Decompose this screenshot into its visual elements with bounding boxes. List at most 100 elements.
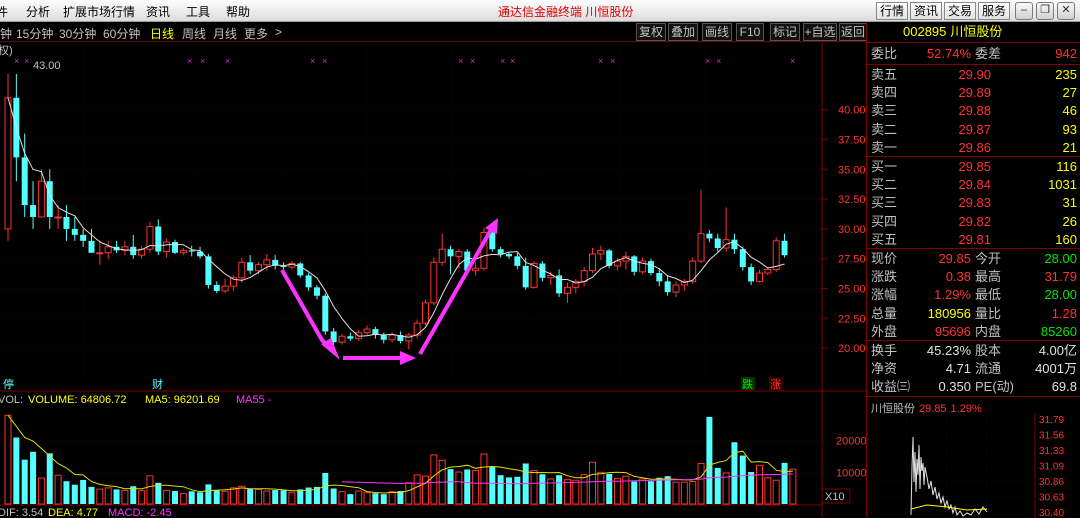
fall-marker: 跌 — [742, 377, 753, 391]
volume-bar — [697, 462, 705, 505]
intraday-mini-chart[interactable]: 川恒股份 29.85 1.29% 31.79 31.56 31.33 31.09 30.86… — [867, 396, 1080, 518]
ask-label: 卖五 — [871, 67, 898, 82]
candle-body — [647, 261, 654, 274]
f10-button[interactable]: F10 — [736, 23, 764, 41]
bid-label: 买一 — [871, 159, 898, 174]
ask-price: 29.89 — [958, 85, 991, 101]
volume-bar — [430, 454, 438, 505]
divider — [867, 248, 1080, 249]
volume-bar — [96, 488, 104, 505]
ask-price: 29.90 — [958, 67, 991, 82]
ask-row[interactable]: 卖三 29.88 46 — [867, 102, 1080, 120]
ask-row[interactable]: 卖一 29.86 21 — [867, 139, 1080, 157]
candle-body — [54, 216, 62, 219]
volume-bar — [322, 472, 329, 504]
bid-row[interactable]: 买二 29.84 1031 — [867, 176, 1080, 194]
bid-label: 买五 — [871, 231, 898, 247]
ask-row[interactable]: 卖四 29.89 27 — [867, 84, 1080, 102]
candle-body — [71, 228, 78, 235]
close-icon[interactable]: ✕ — [1057, 2, 1075, 20]
volume-bar — [706, 416, 713, 504]
volume-value-label: VOLUME: 64806.72 — [28, 394, 126, 406]
period-60min[interactable]: 60分钟 — [103, 25, 140, 42]
trade-tab-button[interactable]: 交易 — [944, 2, 976, 20]
menu-item-help[interactable]: 帮助 — [226, 3, 250, 20]
candle-body — [238, 261, 246, 279]
fundamental-label: 净资 — [871, 361, 898, 377]
fundamental-value: 69.8 — [1051, 379, 1077, 395]
ask-row[interactable]: 卖二 29.87 93 — [867, 121, 1080, 139]
menu-item-news[interactable]: 资讯 — [146, 3, 170, 20]
volume-bar — [539, 474, 546, 504]
overlay-button[interactable]: 叠加 — [668, 23, 698, 41]
period-15min[interactable]: 15分钟 — [16, 25, 53, 42]
volume-bar — [680, 481, 688, 505]
volume-bar — [405, 482, 413, 505]
volume-bar — [338, 491, 346, 505]
quote-header: 002895 川恒股份 — [867, 22, 1080, 43]
volume-bar — [104, 487, 112, 505]
ask-volume: 93 — [1062, 121, 1077, 137]
period-minute[interactable]: 钟 — [0, 25, 12, 42]
menu-item-cut[interactable]: 件 — [0, 3, 8, 20]
stat-label: 最高 — [975, 269, 1002, 285]
volume-bar — [514, 476, 521, 504]
candle-body — [672, 284, 680, 293]
event-marker: × — [187, 56, 192, 66]
candle-body — [255, 264, 262, 272]
ask-row[interactable]: 卖五 29.90 235 — [867, 66, 1080, 84]
bid-row[interactable]: 买四 29.82 26 — [867, 213, 1080, 231]
candle-body — [430, 261, 438, 304]
volume-bar — [263, 490, 271, 505]
menu-item-extended-market[interactable]: 扩展市场行情 — [63, 3, 135, 20]
menu-item-analysis[interactable]: 分析 — [26, 3, 50, 20]
period-monthly[interactable]: 月线 — [213, 25, 237, 42]
stat-value: 31.79 — [1044, 269, 1077, 285]
event-marker: × — [610, 56, 615, 66]
period-daily[interactable]: 日线 — [150, 25, 174, 42]
period-30min[interactable]: 30分钟 — [59, 25, 96, 42]
back-button[interactable]: 返回 — [839, 23, 867, 41]
event-marker: × — [458, 56, 463, 66]
news-tab-button[interactable]: 资讯 — [910, 2, 942, 20]
event-marker: × — [200, 56, 205, 66]
volume-bar — [205, 484, 212, 504]
candle-body — [104, 246, 112, 254]
draw-button[interactable]: 画线 — [702, 23, 732, 41]
period-weekly[interactable]: 周线 — [182, 25, 206, 42]
restore-icon[interactable]: ❐ — [1036, 2, 1054, 20]
event-marker: × — [716, 56, 721, 66]
y-tick-label: 37.50 — [838, 135, 866, 147]
volume-bar — [146, 475, 154, 505]
candle-body — [380, 335, 387, 340]
mark-button[interactable]: 标记 — [770, 23, 800, 41]
service-tab-button[interactable]: 服务 — [978, 2, 1010, 20]
menu-item-tools[interactable]: 工具 — [186, 3, 210, 20]
add-watchlist-button[interactable]: +自选 — [803, 23, 837, 41]
candle-body — [497, 249, 504, 254]
candle-body — [4, 97, 12, 230]
volume-bar — [238, 485, 246, 505]
stat-label: 今开 — [975, 251, 1002, 266]
candle-body — [522, 265, 529, 288]
chevron-right-icon[interactable]: > — [275, 25, 282, 39]
bid-volume: 31 — [1062, 195, 1077, 211]
y-tick-label: 30.00 — [838, 224, 866, 236]
candle-body — [748, 267, 755, 282]
candle-body — [589, 253, 596, 272]
adjust-button[interactable]: 复权 — [636, 23, 666, 41]
bid-row[interactable]: 买一 29.85 116 — [867, 158, 1080, 176]
minimize-icon[interactable]: – — [1015, 2, 1033, 20]
bid-row[interactable]: 买三 29.83 31 — [867, 194, 1080, 212]
period-more[interactable]: 更多 — [244, 25, 268, 42]
candle-body — [347, 336, 354, 339]
kline-chart[interactable]: 权) × × × × × × × × × × × × × × × × 43.00 40.00 37.50 35.0… — [0, 42, 866, 517]
volume-bar — [330, 488, 337, 504]
ask-label: 卖四 — [871, 85, 898, 101]
volume-bar — [597, 471, 605, 505]
bid-row[interactable]: 买五 29.81 160 — [867, 231, 1080, 249]
volume-bar — [764, 477, 772, 505]
fundamental-value: 0.350 — [938, 379, 971, 395]
volume-bar — [46, 453, 53, 504]
quote-tab-button[interactable]: 行情 — [876, 2, 908, 20]
